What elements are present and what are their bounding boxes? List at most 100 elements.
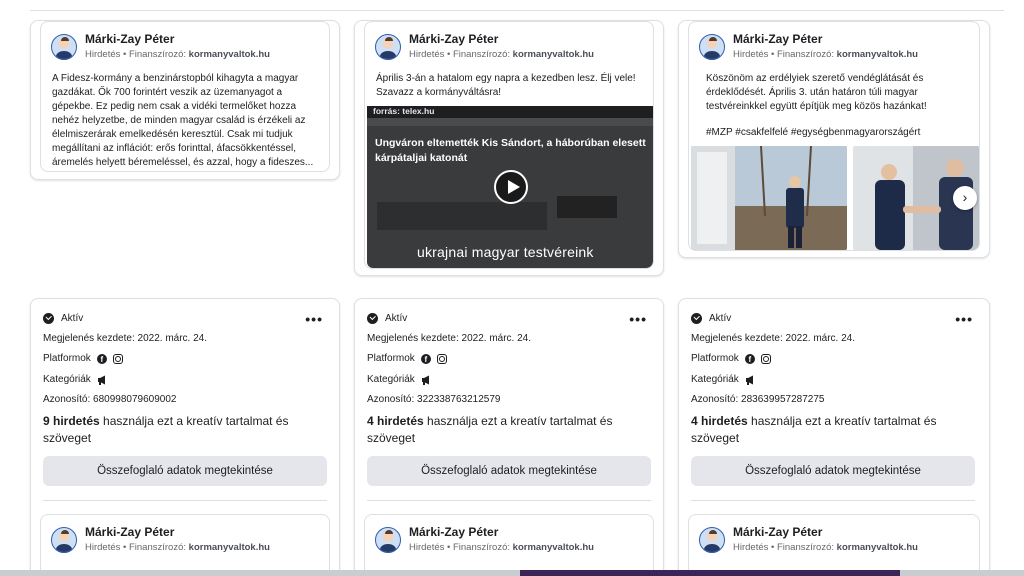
check-circle-icon — [367, 313, 378, 324]
start-date-line: Megjelenés kezdete: 2022. márc. 24. — [43, 333, 207, 344]
megaphone-icon — [97, 375, 105, 385]
facebook-icon: f — [96, 353, 107, 364]
start-date-value: 2022. márc. 24. — [137, 333, 207, 344]
instagram-icon — [436, 353, 447, 364]
status-label: Aktív — [709, 313, 732, 324]
ad-preview: Márki-Zay Péter Hirdetés • Finanszírozó:… — [364, 21, 654, 269]
card-divider — [691, 500, 975, 501]
platforms-label: Platformok — [43, 353, 91, 364]
ad-preview: Márki-Zay Péter Hirdetés • Finanszírozó:… — [40, 514, 330, 576]
view-summary-button[interactable]: Összefoglaló adatok megtekintése — [367, 456, 651, 486]
ad-label: Hirdetés — [85, 542, 121, 553]
platforms-label: Platformok — [367, 353, 415, 364]
sponsor-name: kormanyvaltok.hu — [512, 542, 594, 553]
sponsor-line: Hirdetés • Finanszírozó: kormanyvaltok.h… — [733, 542, 918, 553]
categories-line: Kategóriák — [43, 374, 108, 385]
chevron-right-icon[interactable]: › — [953, 186, 977, 210]
id-line: Azonosító: 322338763212579 — [367, 394, 500, 405]
ad-card-top-3: Márki-Zay Péter Hirdetés • Finanszírozó:… — [678, 20, 990, 258]
start-date-label: Megjelenés kezdete: — [691, 333, 783, 344]
categories-line: Kategóriák — [691, 374, 756, 385]
id-label: Azonosító: — [367, 394, 415, 405]
sponsor-line: Hirdetés • Finanszírozó: kormanyvaltok.h… — [733, 49, 918, 60]
view-summary-button[interactable]: Összefoglaló adatok megtekintése — [691, 456, 975, 486]
advertiser-header: Márki-Zay Péter Hirdetés • Finanszírozó:… — [51, 523, 270, 557]
top-divider — [30, 10, 1004, 11]
uses-text: 4 hirdetés használja ezt a kreatív tarta… — [367, 413, 637, 447]
categories-line: Kategóriák — [367, 374, 432, 385]
advertiser-name[interactable]: Márki-Zay Péter — [85, 32, 270, 47]
play-icon[interactable] — [494, 170, 528, 204]
advertiser-header: Márki-Zay Péter Hirdetés • Finanszírozó:… — [699, 523, 918, 557]
id-line: Azonosító: 283639957287275 — [691, 394, 824, 405]
ad-label: Hirdetés — [409, 542, 445, 553]
start-date-value: 2022. márc. 24. — [785, 333, 855, 344]
start-date-line: Megjelenés kezdete: 2022. márc. 24. — [691, 333, 855, 344]
advertiser-header: Márki-Zay Péter Hirdetés • Finanszírozó:… — [699, 30, 918, 64]
ad-label: Hirdetés — [733, 49, 769, 60]
uses-text: 9 hirdetés használja ezt a kreatív tarta… — [43, 413, 313, 447]
uses-count: 9 hirdetés — [43, 414, 100, 428]
uses-text: 4 hirdetés használja ezt a kreatív tarta… — [691, 413, 961, 447]
ad-video[interactable]: forrás: telex.hu Ungváron eltemették Kis… — [367, 106, 653, 268]
id-value: 680998079609002 — [93, 394, 177, 405]
status-row: Aktív — [367, 313, 407, 324]
start-date-line: Megjelenés kezdete: 2022. márc. 24. — [367, 333, 531, 344]
video-bar — [367, 118, 653, 126]
sponsor-name: kormanyvaltok.hu — [188, 49, 270, 60]
carousel-photo-1[interactable] — [691, 146, 847, 250]
start-date-value: 2022. márc. 24. — [461, 333, 531, 344]
more-options-icon[interactable]: ••• — [629, 311, 647, 327]
advertiser-avatar[interactable] — [699, 34, 725, 60]
ad-body-text: A Fidesz-kormány a benzinárstopból kihag… — [52, 73, 314, 168]
advertiser-name[interactable]: Márki-Zay Péter — [409, 32, 594, 47]
ad-preview: Márki-Zay Péter Hirdetés • Finanszírozó:… — [364, 514, 654, 576]
card-divider — [367, 500, 651, 501]
check-circle-icon — [691, 313, 702, 324]
video-backdrop — [557, 196, 617, 218]
financed-by-label: Finanszírozó: — [776, 542, 835, 553]
categories-label: Kategóriák — [43, 374, 91, 385]
advertiser-avatar[interactable] — [51, 34, 77, 60]
advertiser-name[interactable]: Márki-Zay Péter — [85, 525, 270, 540]
advertiser-header: Márki-Zay Péter Hirdetés • Finanszírozó:… — [375, 30, 594, 64]
platforms-line: Platformok f — [43, 353, 123, 364]
advertiser-name[interactable]: Márki-Zay Péter — [409, 525, 594, 540]
more-options-icon[interactable]: ••• — [305, 311, 323, 327]
ad-body-text: Köszönöm az erdélyiek szerető vendéglátá… — [706, 73, 927, 112]
ad-body-text: Április 3-án a hatalom egy napra a kezed… — [376, 73, 636, 98]
advertiser-avatar[interactable] — [375, 34, 401, 60]
ad-hashtags[interactable]: #MZP #csakfelfelé #egységbenmagyarország… — [706, 126, 968, 140]
ad-preview: Márki-Zay Péter Hirdetés • Finanszírozó:… — [40, 21, 330, 172]
sponsor-name: kormanyvaltok.hu — [512, 49, 594, 60]
ad-label: Hirdetés — [85, 49, 121, 60]
status-label: Aktív — [61, 313, 84, 324]
megaphone-icon — [421, 375, 429, 385]
categories-label: Kategóriák — [691, 374, 739, 385]
video-backdrop — [377, 202, 547, 230]
video-source: forrás: telex.hu — [373, 106, 435, 116]
financed-by-label: Finanszírozó: — [452, 542, 511, 553]
advertiser-avatar[interactable] — [51, 527, 77, 553]
facebook-icon: f — [420, 353, 431, 364]
sponsor-line: Hirdetés • Finanszírozó: kormanyvaltok.h… — [85, 542, 270, 553]
more-options-icon[interactable]: ••• — [955, 311, 973, 327]
view-summary-button[interactable]: Összefoglaló adatok megtekintése — [43, 456, 327, 486]
categories-label: Kategóriák — [367, 374, 415, 385]
card-divider — [43, 500, 327, 501]
check-circle-icon — [43, 313, 54, 324]
instagram-icon — [112, 353, 123, 364]
advertiser-name[interactable]: Márki-Zay Péter — [733, 32, 918, 47]
uses-count: 4 hirdetés — [367, 414, 424, 428]
ad-card-top-2: Márki-Zay Péter Hirdetés • Finanszírozó:… — [354, 20, 664, 276]
advertiser-avatar[interactable] — [699, 527, 725, 553]
ad-card-top-1: Márki-Zay Péter Hirdetés • Finanszírozó:… — [30, 20, 340, 180]
instagram-icon — [760, 353, 771, 364]
status-row: Aktív — [43, 313, 83, 324]
advertiser-header: Márki-Zay Péter Hirdetés • Finanszírozó:… — [375, 523, 594, 557]
advertiser-avatar[interactable] — [375, 527, 401, 553]
advertiser-name[interactable]: Márki-Zay Péter — [733, 525, 918, 540]
id-value: 322338763212579 — [417, 394, 501, 405]
start-date-label: Megjelenés kezdete: — [367, 333, 459, 344]
ad-label: Hirdetés — [409, 49, 445, 60]
